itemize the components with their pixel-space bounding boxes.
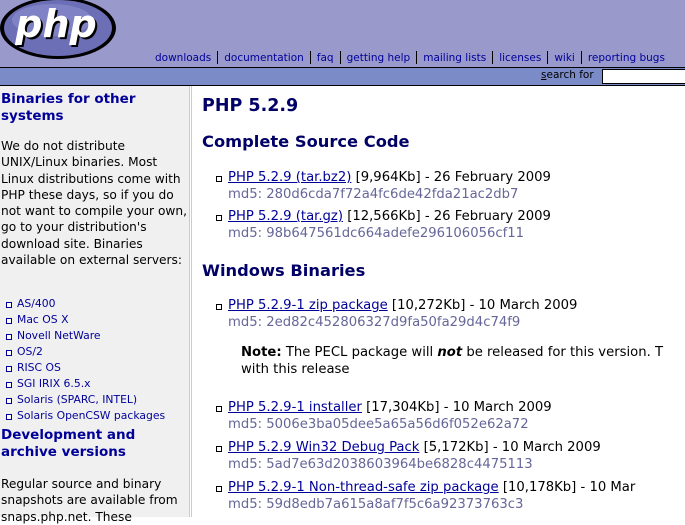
- nav-reporting-bugs[interactable]: reporting bugs: [583, 52, 670, 64]
- download-info: [10,272Kb] - 10 March 2009: [387, 298, 578, 313]
- windows-binaries-heading: Windows Binaries: [202, 261, 366, 280]
- download-item: PHP 5.2.9-1 zip package [10,272Kb] - 10 …: [215, 297, 578, 331]
- nav-getting-help[interactable]: getting help: [342, 52, 416, 64]
- download-link-zip-package[interactable]: PHP 5.2.9-1 zip package: [228, 298, 388, 313]
- nav-downloads[interactable]: downloads: [150, 52, 216, 64]
- system-link-solaris[interactable]: Solaris (SPARC, INTEL): [4, 392, 165, 408]
- top-navigation: downloads documentation faq getting help mai…: [150, 51, 670, 66]
- sidebar-text-snapshots: Regular source and binary snapshots are …: [1, 477, 178, 524]
- nav-separator: [580, 51, 582, 64]
- nav-separator: [309, 51, 311, 64]
- main-content: PHP 5.2.9 Complete Source Code PHP 5.2.9…: [202, 86, 685, 517]
- sidebar: Binaries for other systems We do not dis…: [0, 86, 189, 524]
- download-item: PHP 5.2.9 (tar.gz) [12,566Kb] - 26 Febru…: [216, 208, 551, 242]
- search-bar: search for: [0, 68, 685, 85]
- download-link-debug-pack[interactable]: PHP 5.2.9 Win32 Debug Pack: [228, 440, 419, 455]
- download-link-installer[interactable]: PHP 5.2.9-1 installer: [228, 400, 362, 415]
- md5-checksum: md5: 5ad7e63d2038603964be6828c4475113: [228, 457, 533, 472]
- sidebar-border: [189, 86, 190, 517]
- download-info: [12,566Kb] - 26 February 2009: [343, 209, 551, 224]
- search-input[interactable]: [602, 69, 685, 84]
- md5-checksum: md5: 5006e3ba05dee5a65a56d6f052e62a72: [228, 417, 529, 432]
- system-link-solaris-opencsw[interactable]: Solaris OpenCSW packages: [4, 408, 165, 424]
- nav-licenses[interactable]: licenses: [494, 52, 546, 64]
- system-link-os2[interactable]: OS/2: [4, 344, 165, 360]
- nav-separator: [339, 51, 341, 64]
- system-link-novell-netware[interactable]: Novell NetWare: [4, 328, 165, 344]
- download-link-nts-zip[interactable]: PHP 5.2.9-1 Non-thread-safe zip package: [228, 480, 499, 495]
- sidebar-heading-other-systems: Binaries for other systems: [1, 91, 136, 124]
- php-logo[interactable]: php php: [0, 0, 118, 62]
- sidebar-border: [191, 86, 192, 517]
- other-systems-list: AS/400 Mac OS X Novell NetWare OS/2 RISC…: [4, 296, 165, 424]
- download-info: [10,178Kb] - 10 Mar: [498, 480, 636, 495]
- search-label: search for: [541, 69, 594, 81]
- md5-checksum: md5: 59d8edb7a615a8af7f5c6a92373763c3: [228, 497, 524, 512]
- md5-checksum: md5: 98b647561dc664adefe296106056cf11: [228, 226, 525, 241]
- site-header: php php downloads documentation faq getting…: [0, 0, 685, 68]
- download-item: PHP 5.2.9 (tar.bz2) [9,964Kb] - 26 Febru…: [216, 169, 551, 203]
- download-link-tar-gz[interactable]: PHP 5.2.9 (tar.gz): [228, 209, 343, 224]
- logo-text-front: php: [14, 2, 96, 46]
- sidebar-text-binaries: We do not distribute UNIX/Linux binaries…: [1, 139, 187, 268]
- system-link-risc-os[interactable]: RISC OS: [4, 360, 165, 376]
- md5-checksum: md5: 2ed82c452806327d9fa50fa29d4c74f9: [228, 315, 521, 330]
- download-info: [9,964Kb] - 26 February 2009: [351, 170, 551, 185]
- download-link-tar-bz2[interactable]: PHP 5.2.9 (tar.bz2): [228, 170, 351, 185]
- sidebar-heading-development: Development and archive versions: [1, 427, 136, 460]
- download-item: PHP 5.2.9-1 installer [17,304Kb] - 10 Ma…: [216, 399, 552, 433]
- download-info: [5,172Kb] - 10 March 2009: [419, 440, 601, 455]
- download-item: PHP 5.2.9 Win32 Debug Pack [5,172Kb] - 1…: [216, 439, 601, 473]
- system-link-as400[interactable]: AS/400: [4, 296, 165, 312]
- download-info: [17,304Kb] - 10 March 2009: [361, 400, 552, 415]
- nav-faq[interactable]: faq: [312, 52, 339, 64]
- md5-checksum: md5: 280d6cda7f72a4fc6de42fda21ac2db7: [228, 187, 519, 202]
- system-link-sgi-irix[interactable]: SGI IRIX 6.5.x: [4, 376, 165, 392]
- system-link-mac-os-x[interactable]: Mac OS X: [4, 312, 165, 328]
- nav-documentation[interactable]: documentation: [219, 52, 309, 64]
- nav-mailing-lists[interactable]: mailing lists: [418, 52, 491, 64]
- download-item: PHP 5.2.9-1 Non-thread-safe zip package …: [215, 479, 636, 513]
- nav-wiki[interactable]: wiki: [549, 52, 580, 64]
- pecl-note: Note: The PECL package will not be relea…: [241, 345, 664, 377]
- source-code-heading: Complete Source Code: [202, 132, 410, 151]
- release-title: PHP 5.2.9: [202, 96, 299, 116]
